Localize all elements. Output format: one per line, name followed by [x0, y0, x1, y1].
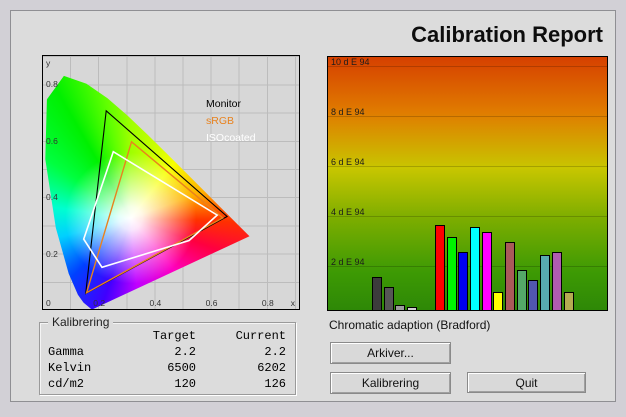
- axis-tick-label: 0.8: [261, 298, 274, 308]
- axis-tick-label: 0.6: [205, 298, 218, 308]
- bar-slate-blue: [528, 279, 539, 310]
- gridline: [328, 166, 607, 167]
- axis-tick-label: 0.4: [46, 192, 58, 203]
- bar-light-gray: [407, 307, 418, 310]
- table-row: cd/m2 120 126: [48, 377, 286, 391]
- bar-magenta: [481, 232, 492, 310]
- axis-tick-label: 0.8: [46, 79, 58, 90]
- kalibrering-button[interactable]: Kalibrering: [330, 372, 451, 394]
- arkiver-button[interactable]: Arkiver...: [330, 342, 451, 364]
- quit-button[interactable]: Quit: [467, 372, 586, 393]
- gamut-outline-sRGB: [85, 140, 225, 295]
- col-header-current: Current: [235, 329, 286, 343]
- table-row: Kelvin 6500 6202: [48, 361, 286, 375]
- bar-orchid: [551, 252, 562, 310]
- kalibrering-groupbox: Kalibrering Target Current Gamma 2.2 2.2 Ke…: [39, 315, 296, 395]
- bar-blue: [458, 252, 469, 310]
- gridline: [328, 116, 607, 117]
- gamut-outline-ISOcoated: [82, 150, 219, 269]
- axis-tick-label: 0: [46, 298, 51, 308]
- axis-tick-label: 0.2: [93, 298, 106, 308]
- gamut-triangles: [82, 109, 229, 295]
- bar-gray: [395, 304, 406, 310]
- axis-tick-label: y: [46, 58, 51, 68]
- axis-tick-label: 10 d E 94: [331, 57, 370, 67]
- axis-tick-label: 0.6: [46, 135, 58, 146]
- bar-yellow: [493, 292, 504, 310]
- groupbox-label: Kalibrering: [48, 315, 114, 329]
- calibration-table: Target Current Gamma 2.2 2.2 Kelvin 6500 6202…: [48, 328, 286, 392]
- page-title: Calibration Report: [411, 22, 603, 47]
- bar-indian-red: [505, 242, 515, 310]
- calibration-report-window: Calibration Report Monitor sRGB ISOcoate…: [10, 10, 616, 402]
- gridline: [328, 66, 607, 67]
- legend-item-monitor: Monitor: [206, 98, 242, 110]
- gamut-legend: Monitor sRGB ISOcoated: [206, 96, 256, 147]
- axis-tick-label: 0.4: [149, 298, 162, 308]
- col-header-target: Target: [152, 329, 196, 343]
- delta-e-bar-chart: 2 d E 94 4 d E 94 6 d E 94 8 d E 94 10 d E 9…: [327, 56, 608, 311]
- cie-chromaticity-chart: Monitor sRGB ISOcoated 0.2 0.4 0.6 0.8 0.8 0.…: [42, 55, 300, 310]
- bar-dark-khaki: [563, 292, 574, 310]
- axis-tick-label: 2 d E 94: [331, 257, 365, 267]
- bar-black: [372, 277, 382, 310]
- axis-tick-label: 8 d E 94: [331, 107, 365, 117]
- bar-green: [446, 237, 457, 310]
- bar-red: [434, 224, 445, 310]
- axis-tick-label: 6 d E 94: [331, 157, 365, 167]
- gridline: [328, 216, 607, 217]
- axis-tick-label: x: [290, 298, 295, 308]
- axis-tick-label: 4 d E 94: [331, 207, 365, 217]
- bar-cadet-blue: [540, 254, 551, 310]
- legend-item-isocoated: ISOcoated: [206, 132, 256, 144]
- table-header-row: Target Current: [48, 328, 286, 344]
- legend-item-srgb: sRGB: [206, 115, 235, 127]
- bar-dark-gray: [383, 287, 394, 310]
- table-row: Gamma 2.2 2.2: [48, 345, 286, 359]
- bar-cyan: [469, 227, 480, 310]
- bar-sea-green: [516, 269, 527, 310]
- axis-tick-label: 0.2: [46, 248, 58, 259]
- chromatic-adaption-caption: Chromatic adaption (Bradford): [329, 318, 491, 332]
